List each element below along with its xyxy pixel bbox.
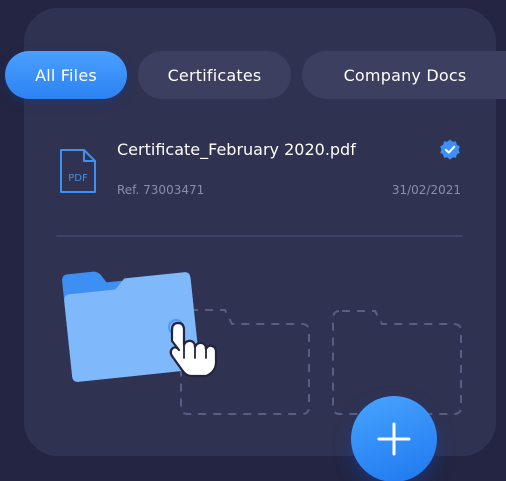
drag-illustration [62, 271, 462, 415]
add-button[interactable] [351, 396, 437, 481]
plus-icon [377, 422, 411, 456]
file-manager-screen: All Files Certificates Company Docs PDF … [0, 0, 506, 481]
